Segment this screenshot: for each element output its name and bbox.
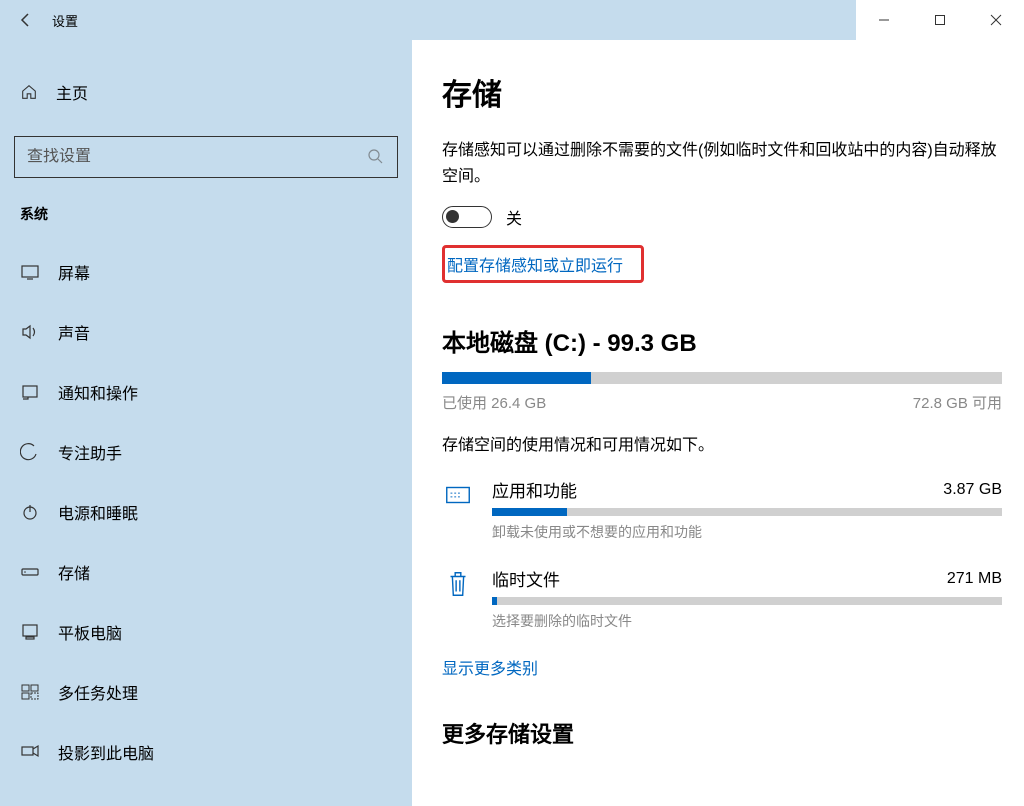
nav-item-sound[interactable]: 声音: [0, 302, 412, 362]
storage-icon: [20, 562, 40, 582]
toggle-state-label: 关: [506, 205, 522, 229]
nav-item-project[interactable]: 投影到此电脑: [0, 722, 412, 782]
category-name: 临时文件: [492, 566, 560, 591]
search-icon: [367, 148, 385, 166]
storage-sense-toggle[interactable]: [442, 206, 492, 228]
nav-item-notifications[interactable]: 通知和操作: [0, 362, 412, 422]
highlight-annotation: 配置存储感知或立即运行: [442, 245, 644, 283]
disk-free-label: 72.8 GB 可用: [913, 392, 1002, 413]
home-label: 主页: [56, 80, 88, 104]
nav-label: 电源和睡眠: [58, 500, 138, 524]
search-box[interactable]: [14, 136, 398, 178]
window-title: 设置: [52, 11, 78, 30]
category-size: 3.87 GB: [943, 481, 1002, 499]
disk-description: 存储空间的使用情况和可用情况如下。: [442, 431, 1014, 455]
search-input[interactable]: [27, 148, 367, 166]
storage-sense-description: 存储感知可以通过删除不需要的文件(例如临时文件和回收站中的内容)自动释放空间。: [442, 138, 1002, 189]
main-content: 存储 存储感知可以通过删除不需要的文件(例如临时文件和回收站中的内容)自动释放空…: [412, 40, 1024, 806]
sidebar: 主页 系统 屏幕 声音 通知和操作 专注助手: [0, 40, 412, 806]
notifications-icon: [20, 382, 40, 402]
apps-icon: [442, 479, 474, 511]
titlebar: 设置: [0, 0, 1024, 40]
close-button[interactable]: [968, 0, 1024, 40]
nav-label: 投影到此电脑: [58, 740, 154, 764]
multitask-icon: [20, 682, 40, 702]
trash-icon: [442, 568, 474, 600]
disk-heading: 本地磁盘 (C:) - 99.3 GB: [442, 323, 1014, 358]
nav-label: 声音: [58, 320, 90, 344]
nav-label: 通知和操作: [58, 380, 138, 404]
page-title: 存储: [442, 70, 1014, 114]
nav-item-display[interactable]: 屏幕: [0, 242, 412, 302]
nav-item-tablet[interactable]: 平板电脑: [0, 602, 412, 662]
disk-used-label: 已使用 26.4 GB: [442, 392, 546, 413]
category-hint: 选择要删除的临时文件: [492, 611, 1002, 631]
home-icon: [20, 83, 38, 101]
category-size: 271 MB: [947, 570, 1002, 588]
nav-label: 平板电脑: [58, 620, 122, 644]
sound-icon: [20, 322, 40, 342]
category-temp[interactable]: 临时文件 271 MB 选择要删除的临时文件: [442, 566, 1002, 631]
nav-item-storage[interactable]: 存储: [0, 542, 412, 602]
category-name: 应用和功能: [492, 477, 577, 502]
project-icon: [20, 742, 40, 762]
category-bar: [492, 508, 1002, 516]
maximize-button[interactable]: [912, 0, 968, 40]
home-nav[interactable]: 主页: [0, 70, 412, 114]
nav-item-multitask[interactable]: 多任务处理: [0, 662, 412, 722]
section-label: 系统: [0, 204, 412, 242]
category-hint: 卸载未使用或不想要的应用和功能: [492, 522, 1002, 542]
nav-label: 存储: [58, 560, 90, 584]
display-icon: [20, 262, 40, 282]
minimize-button[interactable]: [856, 0, 912, 40]
nav-label: 专注助手: [58, 440, 122, 464]
nav-item-power[interactable]: 电源和睡眠: [0, 482, 412, 542]
more-storage-heading: 更多存储设置: [442, 717, 1014, 749]
back-button[interactable]: [18, 12, 34, 28]
configure-storage-sense-link[interactable]: 配置存储感知或立即运行: [447, 258, 623, 275]
nav-item-focus[interactable]: 专注助手: [0, 422, 412, 482]
power-icon: [20, 502, 40, 522]
show-more-link[interactable]: 显示更多类别: [442, 655, 538, 679]
disk-usage-bar: [442, 372, 1002, 384]
nav-label: 多任务处理: [58, 680, 138, 704]
tablet-icon: [20, 622, 40, 642]
category-apps[interactable]: 应用和功能 3.87 GB 卸载未使用或不想要的应用和功能: [442, 477, 1002, 542]
focus-icon: [20, 442, 40, 462]
nav-label: 屏幕: [58, 260, 90, 284]
nav-list: 屏幕 声音 通知和操作 专注助手 电源和睡眠 存储: [0, 242, 412, 782]
category-bar: [492, 597, 1002, 605]
